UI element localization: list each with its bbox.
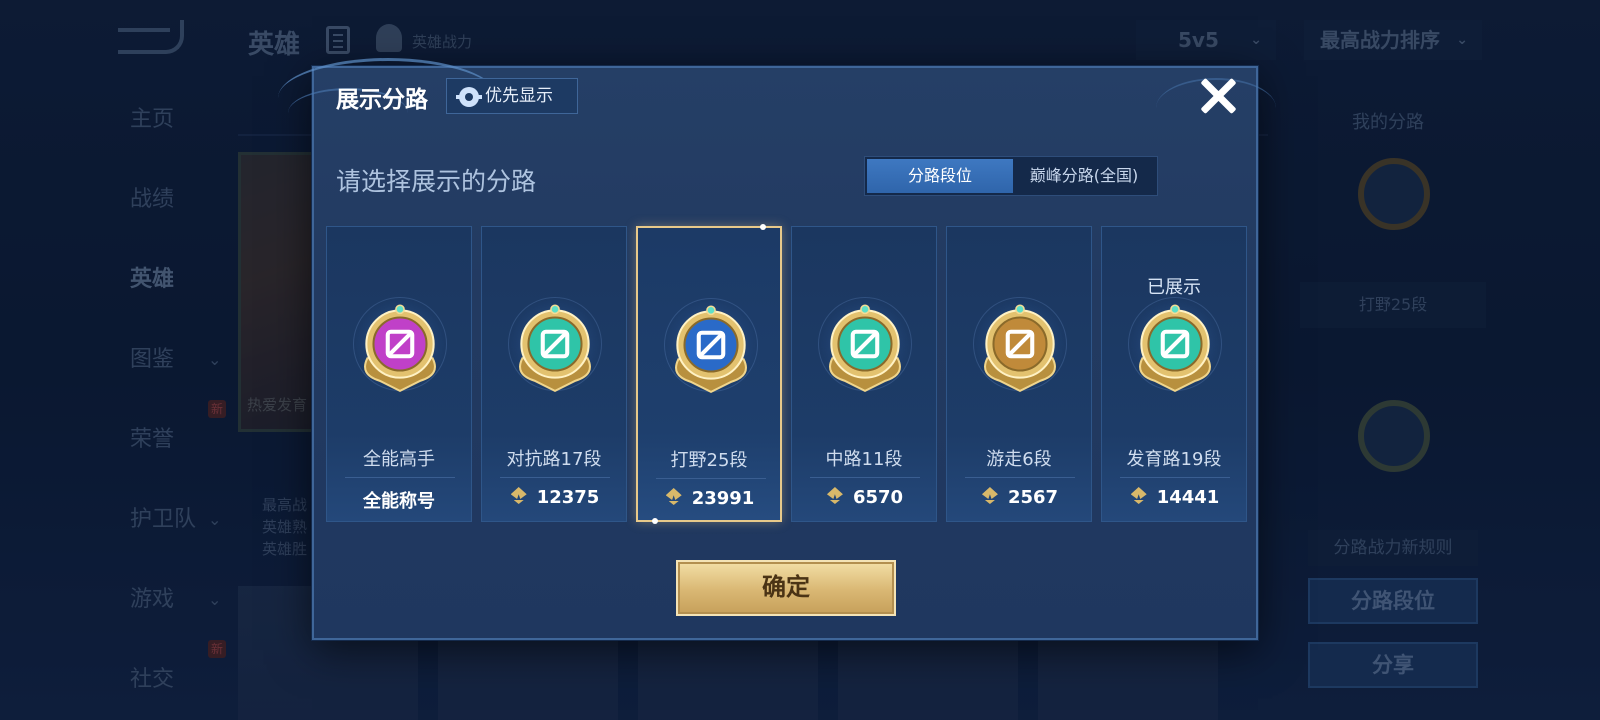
lane-power-value: 6570: [792, 487, 936, 508]
lane-power-text: 全能称号: [363, 491, 435, 512]
mid-lane-emblem-icon: [829, 304, 901, 393]
dialog-subtitle: 请选择展示的分路: [336, 167, 537, 196]
power-icon: [980, 487, 1000, 505]
lane-name: 全能高手: [363, 449, 435, 470]
tab-lane-rank[interactable]: 分路段位: [867, 159, 1013, 193]
power-icon: [1129, 487, 1149, 505]
lane-power-text: 12375: [536, 487, 600, 508]
lane-name: 发育路19段: [1126, 449, 1222, 470]
lane-card[interactable]: 中路11段 6570: [791, 226, 937, 522]
lane-name: 打野25段: [670, 450, 748, 471]
lane-card[interactable]: 打野25段 23991: [636, 224, 782, 524]
tab-peak-lane-national[interactable]: 巅峰分路(全国): [1013, 159, 1155, 193]
power-icon: [825, 487, 845, 505]
lane-power-value: 2567: [947, 487, 1091, 508]
lane-card[interactable]: 游走6段 2567: [946, 226, 1092, 522]
close-icon[interactable]: [1198, 76, 1238, 116]
power-icon: [509, 487, 529, 505]
lane-name: 中路11段: [825, 449, 903, 470]
card-divider: [965, 477, 1075, 478]
confirm-button[interactable]: 确定: [676, 560, 896, 616]
power-icon: [664, 488, 684, 506]
allround-emblem-icon: [364, 304, 436, 393]
lane-name: 对抗路17段: [506, 449, 602, 470]
priority-display-label: 优先显示: [485, 86, 553, 106]
dialog-title: 展示分路: [336, 87, 428, 113]
farm-lane-emblem-icon: [1139, 304, 1211, 393]
lane-card[interactable]: 对抗路17段 12375: [481, 226, 627, 522]
lane-power-text: 23991: [691, 488, 755, 509]
roam-emblem-icon: [984, 304, 1056, 393]
clash-lane-emblem-icon: [519, 304, 591, 393]
selection-corner-dot: [760, 224, 766, 230]
lane-tab-group: 分路段位 巅峰分路(全国): [864, 156, 1158, 196]
card-divider: [500, 477, 610, 478]
card-divider: [810, 477, 920, 478]
lane-display-dialog: 展示分路 优先显示 请选择展示的分路 分路段位 巅峰分路(全国) 全能高手全能称…: [278, 58, 1276, 640]
jungle-emblem-icon: [675, 305, 747, 394]
priority-display-button[interactable]: 优先显示: [446, 78, 578, 114]
lane-name: 游走6段: [986, 449, 1052, 470]
lane-power-text: 6570: [852, 487, 904, 508]
gear-icon: [456, 87, 482, 107]
lane-card[interactable]: 全能高手 全能称号: [326, 226, 472, 522]
lane-card-list: 全能高手 全能称号 对抗路17段 12375 打野25段 23991 中路11段 6570 游走…: [326, 224, 1247, 524]
lane-card[interactable]: 已展示 发育路19段 14441: [1101, 226, 1247, 522]
lane-power-text: 2567: [1007, 487, 1059, 508]
selection-corner-dot: [652, 518, 658, 524]
card-divider: [656, 478, 766, 479]
card-divider: [345, 477, 455, 478]
lane-power-value: 14441: [1102, 487, 1246, 508]
lane-power-text: 14441: [1156, 487, 1220, 508]
lane-power-value: 全能称号: [327, 487, 471, 513]
lane-power-value: 23991: [638, 488, 780, 509]
lane-power-value: 12375: [482, 487, 626, 508]
card-divider: [1120, 477, 1230, 478]
